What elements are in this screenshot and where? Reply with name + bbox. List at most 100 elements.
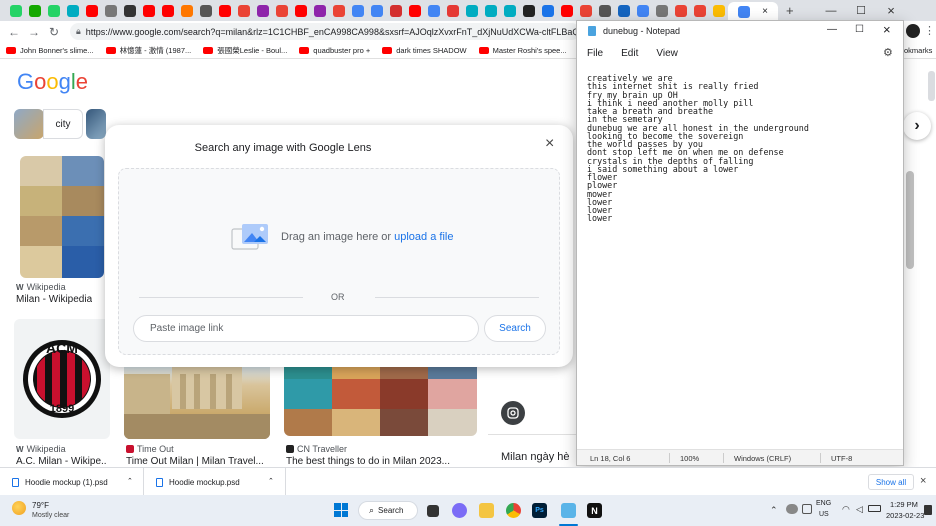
play-icon[interactable] [503,4,516,17]
notepad-close-button[interactable]: × [883,22,891,37]
whatsapp-icon[interactable] [9,4,22,17]
back-icon[interactable]: ← [4,25,24,39]
side-result-title[interactable]: Milan ngày hè [501,451,570,463]
result-title[interactable]: Milan - Wikipedia [16,294,92,305]
settings-gear-icon[interactable]: ⚙︎ [883,46,893,59]
language-top[interactable]: ENG [816,500,831,507]
youtube-icon[interactable] [85,4,98,17]
minimize-button[interactable]: — [816,0,846,21]
youtube-icon[interactable] [560,4,573,17]
upwork-icon[interactable] [28,4,41,17]
text-icon[interactable] [617,4,630,17]
close-window-button[interactable]: × [876,0,906,21]
wifi-icon[interactable]: ◠ [842,504,850,515]
google-logo[interactable]: Google [17,69,88,95]
bookmark-item[interactable]: John Bonner's slime... [6,46,94,55]
youtube-icon[interactable] [218,4,231,17]
weather-temp[interactable]: 79°F [32,501,49,510]
play-icon[interactable] [465,4,478,17]
gmail-icon[interactable] [275,4,288,17]
play-icon[interactable] [313,4,326,17]
notepad-text-area[interactable]: creatively we are this internet shit is … [577,69,903,447]
photoshop-icon[interactable]: Ps [532,503,547,518]
battery-icon[interactable] [868,505,881,512]
file-explorer-icon[interactable] [479,503,494,518]
chip-thumb-image[interactable] [86,109,106,139]
soundcloud-icon[interactable] [180,4,193,17]
language-bottom[interactable]: US [819,511,829,518]
result-title[interactable]: The best things to do in Milan 2023... [286,456,466,467]
notepad-taskbar-icon[interactable] [561,503,576,518]
gmail-icon[interactable] [579,4,592,17]
result-title[interactable]: A.C. Milan - Wikipe... [16,456,106,467]
chrome-icon[interactable] [506,503,521,518]
chat-icon[interactable] [452,503,467,518]
bookmark-item[interactable]: dark times SHADOW [382,46,467,55]
profile-avatar[interactable] [906,24,920,38]
close-downloads-icon[interactable]: × [920,475,926,487]
generic-icon[interactable] [389,4,402,17]
clock-date[interactable]: 2023-02-23 [886,511,924,520]
address-bar[interactable]: 🔒︎ https://www.google.com/search?q=milan… [70,23,580,40]
play-icon[interactable] [66,4,79,17]
result-title[interactable]: Time Out Milan | Milan Travel... [126,456,266,467]
gmail-icon[interactable] [332,4,345,17]
show-all-button[interactable]: Show all [868,474,914,490]
notepad-titlebar[interactable]: dunebug - Notepad — ☐ × [577,21,903,41]
bookmark-item[interactable]: quadbuster pro + [299,46,370,55]
drive-icon[interactable] [712,4,725,17]
chip-city[interactable]: city [43,109,83,139]
chevron-right-icon[interactable]: › [903,112,931,140]
bag-icon[interactable] [199,4,212,17]
google-icon[interactable] [370,4,383,17]
task-view-icon[interactable] [427,505,439,517]
scrollbar-thumb[interactable] [928,71,935,101]
gmail-icon[interactable] [693,4,706,17]
bookmark-item[interactable]: Master Roshi's spee... [478,46,567,55]
scrollbar-thumb[interactable] [906,171,914,269]
chevron-up-icon[interactable]: ⌃ [268,477,274,485]
weather-moon-icon[interactable] [12,501,26,515]
play-icon[interactable] [256,4,269,17]
tab-active[interactable]: × [728,2,778,21]
cloud-icon[interactable] [786,504,798,514]
youtube-icon[interactable] [408,4,421,17]
weather-desc[interactable]: Mostly clear [32,512,69,519]
upload-link[interactable]: upload a file [394,231,453,243]
windows-start-icon[interactable] [334,503,348,517]
wikipedia-icon[interactable] [655,4,668,17]
menu-edit[interactable]: Edit [621,48,638,59]
youtube-icon[interactable] [161,4,174,17]
taskbar-search[interactable]: ⌕ Search [358,501,418,520]
forward-icon[interactable]: → [24,25,44,39]
device-icon[interactable] [802,504,812,514]
image-drop-zone[interactable]: Drag an image here or upload a file OR P… [118,168,560,355]
google-icon[interactable] [427,4,440,17]
lens-icon[interactable] [501,401,525,425]
download-item[interactable]: Hoodie mockup (1).psd ⌃ [0,468,144,496]
generic-icon[interactable] [522,4,535,17]
download-icon[interactable] [598,4,611,17]
reload-icon[interactable]: ↻ [44,25,64,39]
menu-view[interactable]: View [656,48,678,59]
wikipedia-icon[interactable] [104,4,117,17]
result-image-milan-collage[interactable] [20,156,104,278]
close-icon[interactable]: × [545,135,554,153]
menu-file[interactable]: File [587,48,603,59]
close-tab-icon[interactable]: × [762,6,768,17]
google-icon[interactable] [351,4,364,17]
play-icon[interactable] [484,4,497,17]
google-icon[interactable] [636,4,649,17]
other-bookmarks[interactable]: okmarks [904,46,932,55]
whatsapp-icon[interactable] [47,4,60,17]
notepad-maximize-button[interactable]: ☐ [855,24,864,35]
gmail-icon[interactable] [237,4,250,17]
notion-icon[interactable]: N [587,503,602,518]
chip-thumb-image[interactable] [14,109,44,139]
result-image-acm[interactable]: ACM 1899 [14,319,110,439]
chevron-up-icon[interactable]: ⌃ [770,505,778,516]
maximize-button[interactable]: ☐ [846,0,876,21]
youtube-icon[interactable] [142,4,155,17]
lens-search-button[interactable]: Search [484,315,546,342]
volume-icon[interactable]: ◁ [856,504,863,515]
